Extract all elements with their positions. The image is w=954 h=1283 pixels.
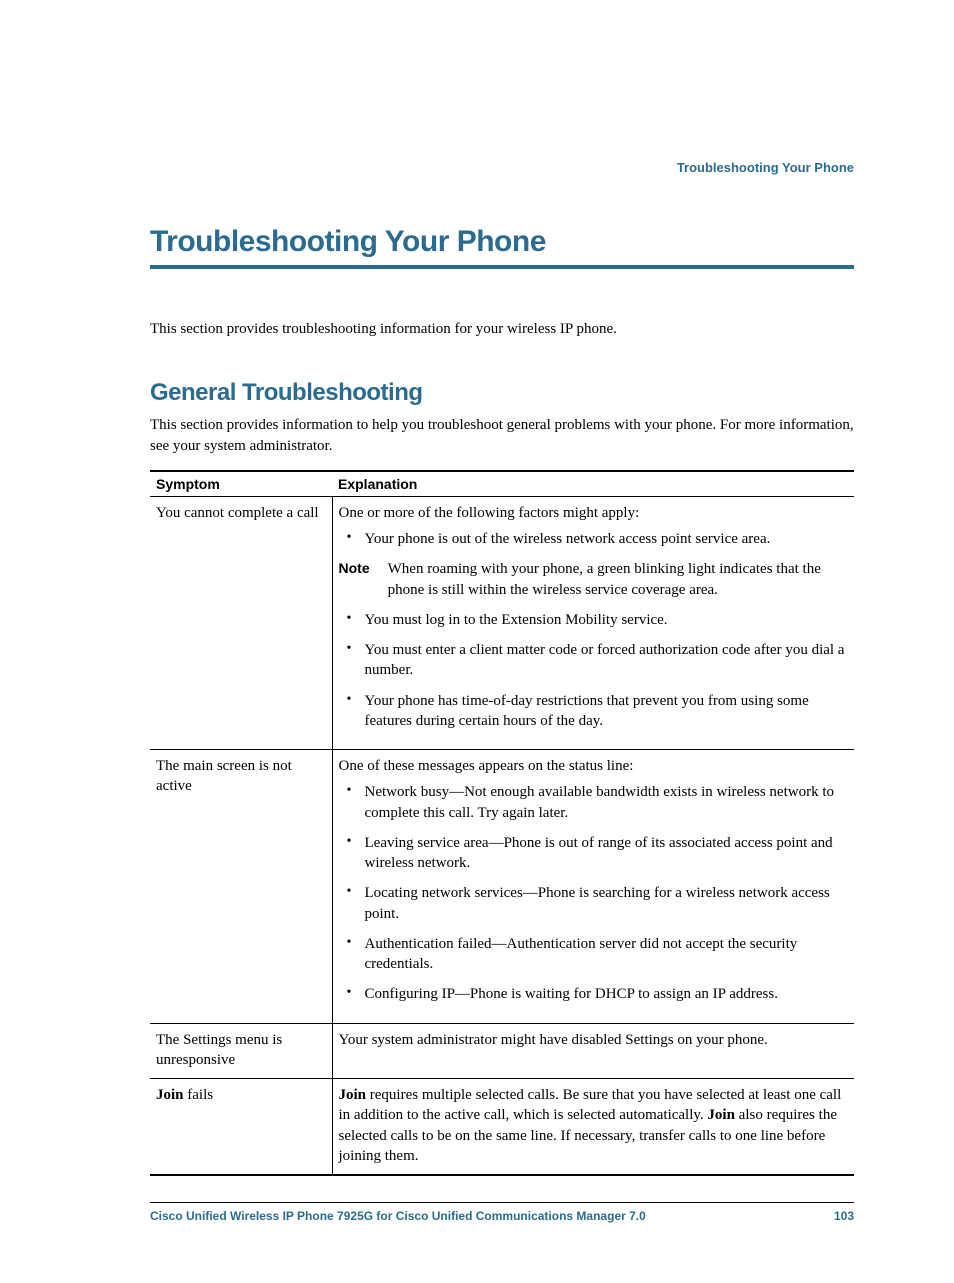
explanation-bold: Join — [707, 1107, 735, 1123]
explanation-bold: Join — [339, 1087, 367, 1103]
note-label: Note — [339, 559, 370, 600]
bullet-list: Your phone is out of the wireless networ… — [339, 529, 849, 549]
list-item: Authentication failed—Authentication ser… — [339, 934, 849, 975]
col-symptom: Symptom — [150, 471, 332, 497]
troubleshooting-table: Symptom Explanation You cannot complete … — [150, 470, 854, 1176]
list-item: Your phone has time-of-day restrictions … — [339, 691, 849, 732]
list-item: You must enter a client matter code or f… — [339, 640, 849, 681]
table-row: The Settings menu is unresponsive Your s… — [150, 1023, 854, 1079]
list-item: Locating network services—Phone is searc… — [339, 883, 849, 924]
explanation-cell: One of these messages appears on the sta… — [332, 750, 854, 1024]
list-item: You must log in to the Extension Mobilit… — [339, 610, 849, 630]
list-item: Your phone is out of the wireless networ… — [339, 529, 849, 549]
title-rule — [150, 265, 854, 269]
symptom-cell: You cannot complete a call — [150, 496, 332, 749]
list-item: Leaving service area—Phone is out of ran… — [339, 833, 849, 874]
footer-page-number: 103 — [834, 1209, 854, 1223]
list-item: Network busy—Not enough available bandwi… — [339, 782, 849, 823]
bullet-list: Network busy—Not enough available bandwi… — [339, 782, 849, 1004]
chapter-title: Troubleshooting Your Phone — [150, 225, 854, 259]
note-block: Note When roaming with your phone, a gre… — [339, 559, 849, 600]
section-intro: This section provides information to hel… — [150, 415, 854, 456]
symptom-cell: The Settings menu is unresponsive — [150, 1023, 332, 1079]
symptom-cell: The main screen is not active — [150, 750, 332, 1024]
footer-doc-title: Cisco Unified Wireless IP Phone 7925G fo… — [150, 1209, 646, 1223]
explanation-cell: Join requires multiple selected calls. B… — [332, 1079, 854, 1176]
explanation-intro: One or more of the following factors mig… — [339, 503, 849, 523]
note-text: When roaming with your phone, a green bl… — [388, 559, 848, 600]
symptom-tail: fails — [184, 1087, 214, 1103]
page-footer: Cisco Unified Wireless IP Phone 7925G fo… — [150, 1202, 854, 1223]
list-item: Configuring IP—Phone is waiting for DHCP… — [339, 984, 849, 1004]
page: Troubleshooting Your Phone Troubleshooti… — [0, 0, 954, 1283]
explanation-intro: One of these messages appears on the sta… — [339, 756, 849, 776]
explanation-cell: One or more of the following factors mig… — [332, 496, 854, 749]
chapter-intro: This section provides troubleshooting in… — [150, 319, 854, 339]
section-title: General Troubleshooting — [150, 379, 854, 407]
bullet-list: You must log in to the Extension Mobilit… — [339, 610, 849, 731]
table-header-row: Symptom Explanation — [150, 471, 854, 497]
table-row: The main screen is not active One of the… — [150, 750, 854, 1024]
col-explanation: Explanation — [332, 471, 854, 497]
table-row: You cannot complete a call One or more o… — [150, 496, 854, 749]
table-row: Join fails Join requires multiple select… — [150, 1079, 854, 1176]
symptom-bold: Join — [156, 1087, 184, 1103]
symptom-cell: Join fails — [150, 1079, 332, 1176]
explanation-cell: Your system administrator might have dis… — [332, 1023, 854, 1079]
running-header: Troubleshooting Your Phone — [150, 160, 854, 175]
